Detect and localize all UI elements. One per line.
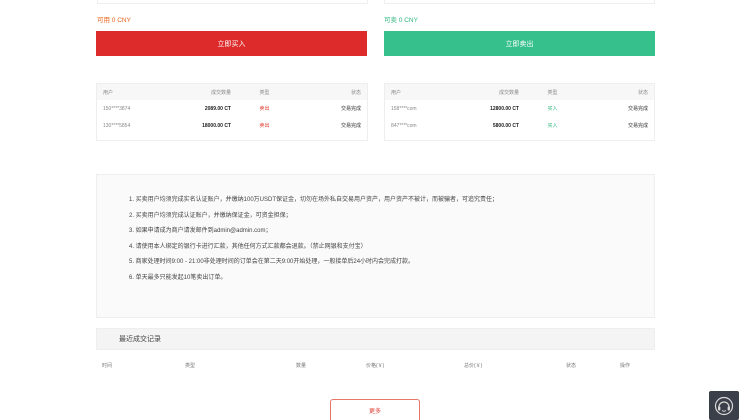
- col-time: 时间: [102, 363, 113, 369]
- col-type: 类型: [185, 363, 196, 369]
- order-amount: 2089.00 CT: [204, 105, 231, 112]
- order-amount: 18000.00 CT: [202, 122, 231, 129]
- col-price: 价格(￥): [366, 363, 385, 369]
- order-type: 卖出: [259, 123, 270, 129]
- table-row: 847****com 5800.00 CT 买入 交易完成: [385, 117, 654, 134]
- header-user: 用户: [103, 89, 114, 96]
- col-status: 状态: [566, 363, 577, 369]
- rules-list: 1. 买卖用户均须完成实名认证账户，并缴纳100万USDT保证金，切勿在场外私自…: [129, 193, 654, 287]
- customer-service-widget[interactable]: [709, 391, 739, 420]
- col-total: 总价(￥): [464, 363, 483, 369]
- header-type: 类型: [547, 89, 558, 96]
- header-amount: 成交数量: [498, 89, 519, 96]
- buy-orders-table: 用户 成交数量 类型 状态 150****3874 2089.00 CT 卖出 …: [96, 83, 368, 141]
- buy-now-button[interactable]: 立即买入: [96, 31, 367, 56]
- table-row: 158****com 12800.00 CT 买入 交易完成: [385, 100, 654, 117]
- section-title: 最近成交记录: [96, 328, 655, 350]
- header-status: 状态: [637, 89, 648, 96]
- rule-item: 1. 买卖用户均须完成实名认证账户，并缴纳100万USDT保证金，切勿在场外私自…: [129, 197, 499, 203]
- trading-rules-notice: 1. 买卖用户均须完成实名认证账户，并缴纳100万USDT保证金，切勿在场外私自…: [96, 174, 655, 318]
- header-user: 用户: [391, 89, 402, 96]
- sell-available-balance: 可卖 0 CNY: [384, 17, 418, 24]
- order-type: 买入: [547, 106, 558, 112]
- rule-item: 3. 如果申请成为商户请发邮件到admin@admin.com；: [129, 228, 272, 235]
- rule-item: 6. 单天最多只能发起10笔卖出订单。: [129, 274, 227, 281]
- buy-available-balance: 可用 0 CNY: [97, 17, 131, 24]
- rule-item: 2. 买卖用户均须完成认证账户，并缴纳保证金，可资金担保；: [129, 212, 292, 219]
- recent-trades-section: 最近成交记录 时间 类型 数量 价格(￥) 总价(￥) 状态 操作: [96, 328, 655, 378]
- header-status: 状态: [350, 89, 361, 96]
- order-status: 交易完成: [627, 106, 648, 112]
- sell-panel-card: [384, 0, 655, 4]
- history-table-header: 时间 类型 数量 价格(￥) 总价(￥) 状态 操作: [96, 350, 655, 378]
- order-status: 交易完成: [340, 106, 361, 112]
- rule-item: 5. 商家处理时间9:00 - 21:00非处理时间的订单会在第二天9:00开始…: [129, 259, 415, 266]
- table-header: 用户 成交数量 类型 状态: [97, 84, 367, 100]
- sell-now-button[interactable]: 立即卖出: [384, 31, 655, 56]
- header-amount: 成交数量: [210, 89, 231, 96]
- header-type: 类型: [259, 89, 270, 96]
- table-header: 用户 成交数量 类型 状态: [385, 84, 654, 100]
- col-action: 操作: [620, 363, 631, 369]
- order-user: 130****5854: [103, 122, 131, 129]
- order-user: 847****com: [391, 122, 417, 129]
- headset-icon: [714, 396, 734, 415]
- buy-panel-card: [97, 0, 368, 4]
- order-type: 买入: [547, 123, 558, 129]
- order-amount: 12800.00 CT: [490, 105, 519, 112]
- col-quantity: 数量: [296, 363, 307, 369]
- sell-orders-table: 用户 成交数量 类型 状态 158****com 12800.00 CT 买入 …: [384, 83, 655, 141]
- order-amount: 5800.00 CT: [492, 122, 519, 129]
- order-status: 交易完成: [340, 123, 361, 129]
- table-row: 150****3874 2089.00 CT 卖出 交易完成: [97, 100, 367, 117]
- rule-item: 4. 请使用本人绑定的银行卡进行汇款，其他任何方式汇款都会退款。（禁止网银和支付…: [129, 243, 367, 250]
- more-button[interactable]: 更多: [330, 399, 420, 420]
- order-status: 交易完成: [627, 123, 648, 129]
- order-user: 158****com: [391, 105, 417, 112]
- order-type: 卖出: [259, 106, 270, 112]
- order-user: 150****3874: [103, 105, 131, 112]
- table-row: 130****5854 18000.00 CT 卖出 交易完成: [97, 117, 367, 134]
